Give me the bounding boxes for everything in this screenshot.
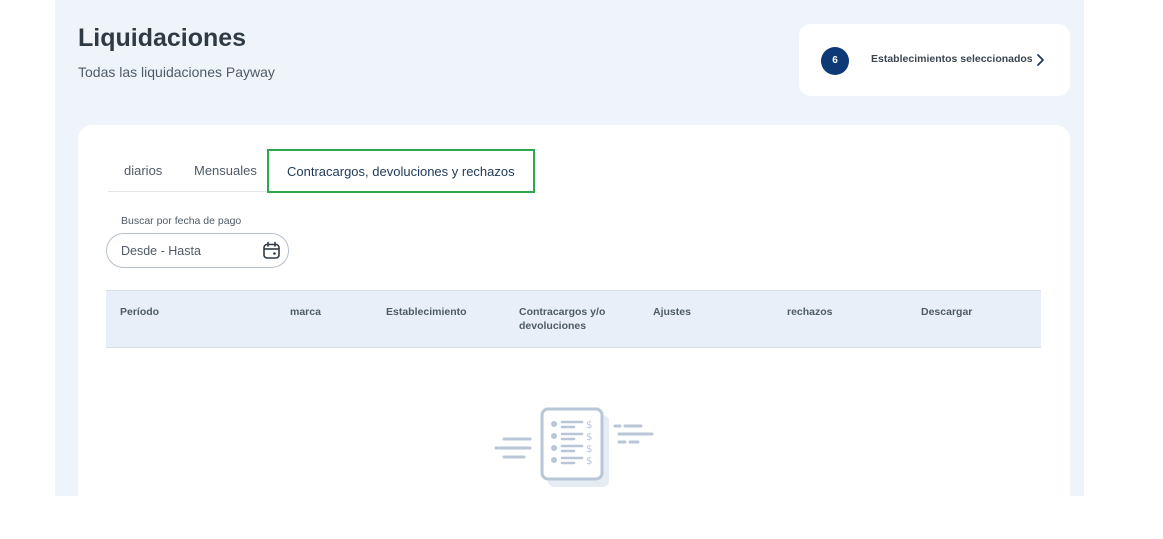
establishments-selector-label: Establecimientos seleccionados — [871, 53, 1033, 65]
svg-text:$: $ — [586, 456, 592, 467]
date-range-placeholder: Desde - Hasta — [121, 244, 201, 258]
tab-contracargos[interactable]: Contracargos, devoluciones y rechazos — [267, 149, 535, 193]
tab-mensuales[interactable]: Mensuales — [194, 148, 257, 191]
search-date-label: Buscar por fecha de pago — [121, 215, 242, 227]
svg-text:$: $ — [586, 432, 592, 443]
table-header: Período marca Establecimiento Contracarg… — [106, 290, 1041, 348]
page-title: Liquidaciones — [78, 24, 247, 52]
column-header-contracargos: Contracargos y/o devoluciones — [519, 306, 606, 332]
establishments-selector-button[interactable]: 6 Establecimientos seleccionados — [799, 24, 1070, 96]
date-range-input[interactable]: Desde - Hasta — [106, 233, 289, 268]
tab-diarios[interactable]: diarios — [124, 148, 162, 191]
column-header-periodo: Período — [120, 306, 160, 318]
page-subtitle: Todas las liquidaciones Payway — [78, 64, 275, 80]
svg-text:$: $ — [586, 444, 592, 455]
settlements-card: diarios Mensuales Contracargos, devoluci… — [78, 125, 1070, 496]
tabs-bar: diarios Mensuales Contracargos, devoluci… — [108, 148, 535, 193]
column-header-descargar: Descargar — [921, 306, 973, 318]
svg-text:$: $ — [586, 420, 592, 431]
empty-list-illustration: $ $ $ $ — [494, 407, 654, 487]
chevron-right-icon — [1037, 54, 1044, 66]
column-header-establecimiento: Establecimiento — [386, 306, 467, 318]
establishments-count-badge: 6 — [821, 47, 849, 75]
column-header-ajustes: Ajustes — [653, 306, 691, 318]
column-header-rechazos: rechazos — [787, 306, 833, 318]
column-header-marca: marca — [290, 306, 321, 318]
calendar-icon[interactable] — [262, 241, 281, 260]
